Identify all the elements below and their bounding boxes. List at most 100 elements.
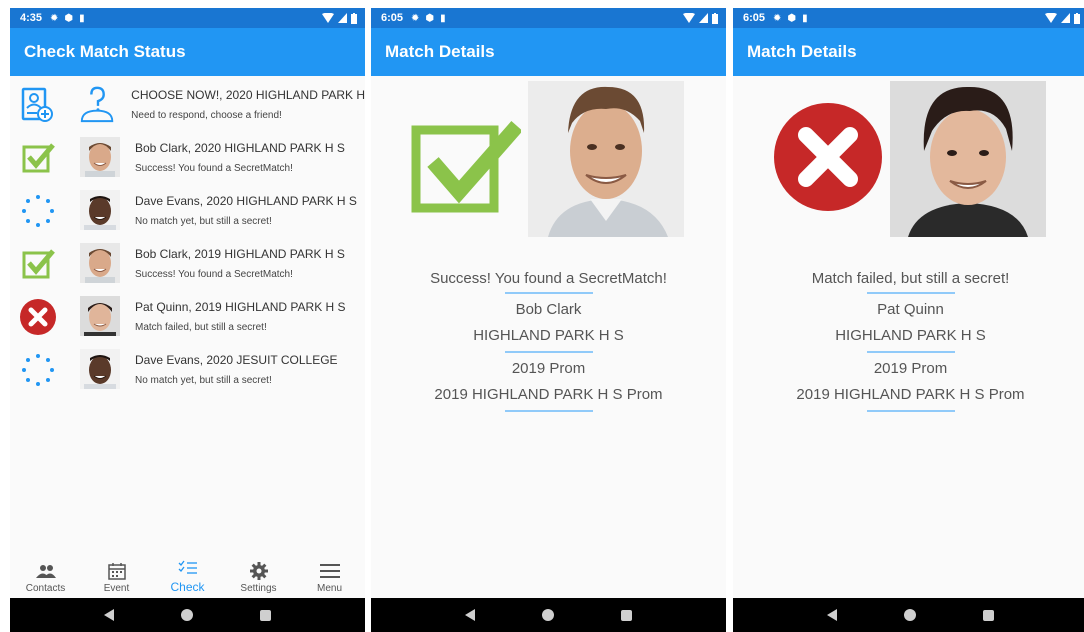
signal-icon [338,13,347,23]
bottom-tab-bar: Contacts Event Check Settings Menu [10,558,365,598]
unknown-person-icon [78,84,116,124]
phone-screen-match-failed: 6:05 ✹ ⬢ ▮ Match Details Match failed, b… [733,8,1084,632]
row-title: CHOOSE NOW!, 2020 HIGHLAND PARK H [131,88,365,102]
add-contact-icon [18,84,56,126]
back-icon[interactable] [826,609,837,621]
row-subtitle: Success! You found a SecretMatch! [135,269,293,280]
row-title: Dave Evans, 2020 JESUIT COLLEGE [135,353,338,367]
divider [504,351,593,353]
battery-icon [1074,12,1080,24]
app-bar: Match Details [733,28,1084,76]
battery-icon [712,12,718,24]
tab-check[interactable]: Check [158,558,218,594]
screenshot-stage: 4:35 ✹ ⬢ ▮ Check Match Status CHOOSE NOW… [0,0,1084,632]
divider [504,292,593,294]
app-bar: Check Match Status [10,28,365,76]
divider [866,410,955,412]
match-event-full: 2019 HIGHLAND PARK H S Prom [434,386,663,403]
row-title: Pat Quinn, 2019 HIGHLAND PARK H S [135,300,346,314]
wifi-icon [683,13,695,23]
row-subtitle: Need to respond, choose a friend! [131,110,282,121]
wifi-icon [1045,13,1057,23]
face-photo-icon [80,243,120,283]
shield-status-icon: ⬢ [787,12,797,24]
status-time: 4:35 [20,12,43,24]
match-info: Success! You found a SecretMatch! Bob Cl… [371,270,726,412]
wifi-icon [322,13,334,23]
list-item[interactable]: Bob Clark, 2020 HIGHLAND PARK H S Succes… [10,133,365,186]
list-item[interactable]: Dave Evans, 2020 JESUIT COLLEGE No match… [10,345,365,398]
check-icon [18,137,58,179]
match-event-full: 2019 HIGHLAND PARK H S Prom [796,386,1025,403]
divider [866,351,955,353]
divider [504,410,593,412]
match-header [371,76,726,246]
gear-icon [229,561,289,581]
status-bar: 6:05 ✹ ⬢ ▮ [371,8,726,28]
page-title: Match Details [747,42,857,61]
list-item[interactable]: Pat Quinn, 2019 HIGHLAND PARK H S Match … [10,292,365,345]
calendar-icon [87,561,147,581]
match-school: HIGHLAND PARK H S [835,327,986,344]
match-event: 2019 Prom [873,360,948,377]
recents-icon[interactable] [983,609,995,621]
match-event: 2019 Prom [511,360,586,377]
profile-photo [890,81,1046,237]
settings-status-icon: ✹ [411,12,420,24]
phone-screen-match-success: 6:05 ✹ ⬢ ▮ Match Details Success! You fo… [371,8,726,632]
match-message: Success! You found a SecretMatch! [430,270,667,287]
home-icon[interactable] [541,609,554,621]
check-icon [18,243,58,285]
tab-event[interactable]: Event [87,561,147,594]
tab-label: Settings [240,583,277,594]
list-item[interactable]: Dave Evans, 2020 HIGHLAND PARK H S No ma… [10,186,365,239]
back-icon[interactable] [464,609,475,621]
row-title: Bob Clark, 2019 HIGHLAND PARK H S [135,247,345,261]
contacts-icon [16,561,76,581]
system-nav-bar [10,598,365,632]
back-icon[interactable] [103,609,114,621]
tab-contacts[interactable]: Contacts [16,561,76,594]
checklist-icon [158,558,218,578]
sdcard-status-icon: ▮ [802,12,808,24]
settings-status-icon: ✹ [773,12,782,24]
status-bar: 4:35 ✹ ⬢ ▮ [10,8,365,28]
phone-screen-check-status: 4:35 ✹ ⬢ ▮ Check Match Status CHOOSE NOW… [10,8,365,632]
home-icon[interactable] [180,609,193,621]
sdcard-status-icon: ▮ [440,12,446,24]
match-info: Match failed, but still a secret! Pat Qu… [733,270,1084,412]
x-icon [18,296,58,338]
spinner-icon [18,190,58,232]
face-photo-icon [80,137,120,177]
divider [866,292,955,294]
signal-icon [1061,13,1070,23]
tab-label: Event [103,583,130,594]
face-photo-icon [80,190,120,230]
page-title: Check Match Status [24,42,186,61]
shield-status-icon: ⬢ [425,12,435,24]
sdcard-status-icon: ▮ [79,12,85,24]
menu-icon [300,561,360,581]
status-time: 6:05 [743,12,766,24]
tab-label: Menu [316,583,342,594]
face-photo-icon [80,349,120,389]
match-list: CHOOSE NOW!, 2020 HIGHLAND PARK H Need t… [10,76,365,398]
system-nav-bar [371,598,726,632]
tab-settings[interactable]: Settings [229,561,289,594]
match-name: Bob Clark [515,301,582,318]
list-item[interactable]: Bob Clark, 2019 HIGHLAND PARK H S Succes… [10,239,365,292]
spinner-icon [18,349,58,391]
recents-icon[interactable] [621,609,633,621]
tab-menu[interactable]: Menu [300,561,360,594]
list-item[interactable]: CHOOSE NOW!, 2020 HIGHLAND PARK H Need t… [10,80,365,133]
x-icon [774,103,882,211]
settings-status-icon: ✹ [50,12,59,24]
page-title: Match Details [385,42,495,61]
tab-label: Contacts [25,583,66,594]
match-school: HIGHLAND PARK H S [473,327,624,344]
row-subtitle: No match yet, but still a secret! [135,216,272,227]
recents-icon[interactable] [260,609,272,621]
home-icon[interactable] [903,609,916,621]
row-title: Dave Evans, 2020 HIGHLAND PARK H S [135,194,357,208]
check-icon [411,121,521,213]
